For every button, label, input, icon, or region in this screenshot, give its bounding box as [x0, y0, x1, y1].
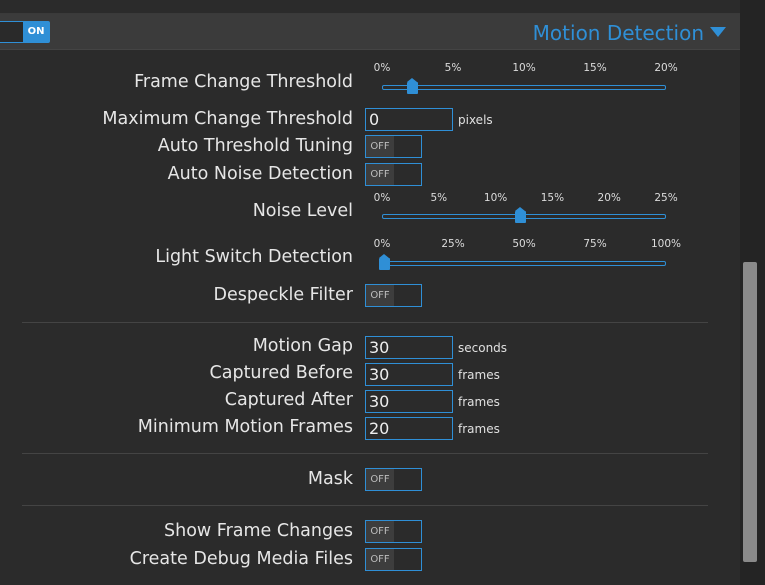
frame-change-threshold-label: Frame Change Threshold — [134, 72, 353, 92]
slider-handle[interactable] — [407, 78, 419, 94]
slider-track[interactable] — [382, 261, 666, 266]
caret-down-icon — [710, 27, 726, 37]
top-strip — [0, 0, 740, 14]
motion-gap-input[interactable] — [365, 336, 453, 359]
captured-after-unit: frames — [458, 395, 500, 409]
mask-toggle[interactable]: OFF — [365, 468, 422, 491]
slider-tick-label: 10% — [483, 192, 508, 204]
slider-handle[interactable] — [379, 254, 390, 270]
slider-tick-label: 5% — [444, 62, 462, 74]
minimum-motion-frames-label: Minimum Motion Frames — [137, 417, 353, 437]
despeckle-filter-label: Despeckle Filter — [213, 285, 353, 305]
divider — [22, 322, 708, 323]
create-debug-media-files-toggle[interactable]: OFF — [365, 548, 422, 571]
slider-handle[interactable] — [515, 207, 527, 223]
slider-tick-label: 100% — [650, 238, 682, 250]
captured-before-unit: frames — [458, 368, 500, 382]
slider-tick-label: 20% — [597, 192, 621, 204]
mask-label: Mask — [307, 469, 353, 489]
toggle-off-label: OFF — [366, 285, 394, 306]
create-debug-media-files-label: Create Debug Media Files — [129, 549, 353, 569]
toggle-off-label: OFF — [366, 469, 394, 490]
auto-threshold-tuning-toggle[interactable]: OFF — [365, 135, 422, 158]
noise-level-label: Noise Level — [252, 201, 353, 221]
toggle-off-label: OFF — [366, 136, 394, 157]
slider-tick-label: 50% — [512, 238, 536, 250]
auto-noise-detection-toggle[interactable]: OFF — [365, 163, 422, 186]
show-frame-changes-toggle[interactable]: OFF — [365, 520, 422, 543]
slider-tick-label: 0% — [373, 62, 391, 74]
max-change-threshold-unit: pixels — [458, 113, 493, 127]
toggle-off-label: OFF — [366, 521, 394, 542]
divider — [22, 505, 708, 506]
section-title[interactable]: Motion Detection — [533, 21, 726, 45]
scrollbar-thumb[interactable] — [743, 262, 757, 562]
motion-detection-enable-toggle[interactable]: ON — [0, 21, 50, 43]
slider-tick-label: 10% — [512, 62, 536, 74]
captured-before-input[interactable] — [365, 363, 453, 386]
auto-noise-detection-label: Auto Noise Detection — [167, 164, 353, 184]
auto-threshold-tuning-label: Auto Threshold Tuning — [157, 136, 353, 156]
slider-tick-label: 0% — [373, 238, 391, 250]
despeckle-filter-toggle[interactable]: OFF — [365, 284, 422, 307]
captured-before-label: Captured Before — [209, 363, 353, 383]
slider-tick-label: 0% — [373, 192, 391, 204]
max-change-threshold-input[interactable] — [365, 108, 453, 131]
slider-track[interactable] — [382, 85, 666, 90]
slider-tick-label: 25% — [654, 192, 678, 204]
slider-tick-label: 25% — [441, 238, 465, 250]
toggle-off-label: OFF — [366, 164, 394, 185]
slider-tick-label: 75% — [583, 238, 607, 250]
section-title-text: Motion Detection — [532, 21, 704, 45]
light-switch-detection-label: Light Switch Detection — [155, 247, 353, 267]
minimum-motion-frames-input[interactable] — [365, 417, 453, 440]
minimum-motion-frames-unit: frames — [458, 422, 500, 436]
motion-gap-unit: seconds — [458, 341, 508, 355]
toggle-on-label: ON — [23, 22, 49, 42]
captured-after-label: Captured After — [224, 390, 353, 410]
slider-tick-label: 20% — [654, 62, 678, 74]
captured-after-input[interactable] — [365, 390, 453, 413]
show-frame-changes-label: Show Frame Changes — [164, 521, 353, 541]
slider-tick-label: 5% — [430, 192, 448, 204]
divider — [22, 453, 708, 454]
section-header[interactable]: ON Motion Detection — [0, 14, 740, 50]
toggle-off-label: OFF — [366, 549, 394, 570]
motion-gap-label: Motion Gap — [252, 336, 353, 356]
max-change-threshold-label: Maximum Change Threshold — [102, 109, 353, 129]
slider-tick-label: 15% — [540, 192, 565, 204]
slider-tick-label: 15% — [583, 62, 607, 74]
